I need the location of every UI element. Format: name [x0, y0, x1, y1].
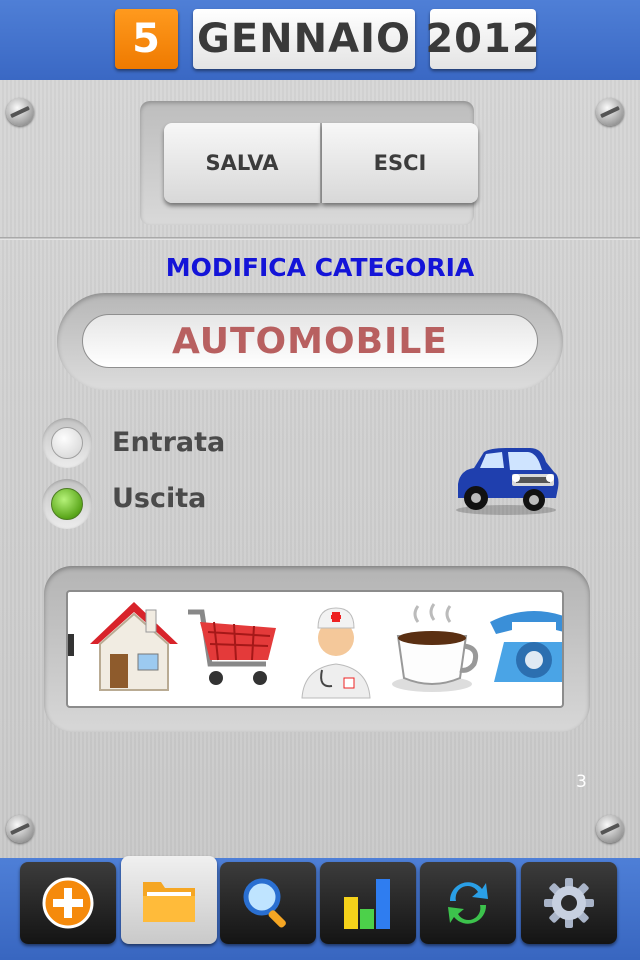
tab-search[interactable]: [220, 862, 316, 944]
partial-icon: [68, 634, 74, 656]
doctor-icon[interactable]: [288, 598, 384, 704]
coffee-cup-icon[interactable]: [388, 598, 484, 704]
page-title: MODIFICA CATEGORIA: [165, 253, 475, 282]
folder-icon: [143, 882, 195, 922]
sync-icon: [448, 882, 488, 924]
house-icon[interactable]: [86, 598, 182, 704]
radio-uscita-label[interactable]: Uscita: [112, 483, 206, 514]
add-icon: [42, 877, 94, 929]
radio-entrata-label[interactable]: Entrata: [112, 427, 225, 458]
radio-uscita-indicator: [51, 488, 83, 520]
tab-add[interactable]: [20, 862, 116, 944]
save-button[interactable]: SALVA: [164, 123, 320, 203]
telephone-icon[interactable]: [486, 598, 564, 704]
screw-icon: [6, 98, 34, 126]
radio-entrata[interactable]: [42, 418, 92, 468]
radio-entrata-indicator: [51, 427, 83, 459]
screw-icon: [596, 815, 624, 843]
shopping-cart-icon[interactable]: [184, 598, 280, 704]
date-day[interactable]: 5: [115, 9, 178, 69]
screw-icon: [6, 815, 34, 843]
date-month[interactable]: GENNAIO: [193, 9, 415, 69]
search-icon: [243, 878, 286, 928]
category-name-field[interactable]: AUTOMOBILE: [82, 314, 538, 368]
radio-uscita[interactable]: [42, 479, 92, 529]
settings-gear-icon: [544, 878, 594, 928]
page-indicator: 3: [576, 772, 587, 792]
car-icon: [456, 448, 559, 515]
date-year[interactable]: 2012: [425, 9, 540, 69]
icon-picker[interactable]: [66, 590, 564, 708]
tab-sync[interactable]: [420, 862, 516, 944]
bar-chart-icon: [344, 879, 390, 929]
exit-button[interactable]: ESCI: [322, 123, 478, 203]
tab-settings[interactable]: [521, 862, 617, 944]
tab-folder[interactable]: [121, 856, 217, 944]
tab-statistics[interactable]: [320, 862, 416, 944]
screw-icon: [596, 98, 624, 126]
panel-divider: [0, 237, 640, 240]
